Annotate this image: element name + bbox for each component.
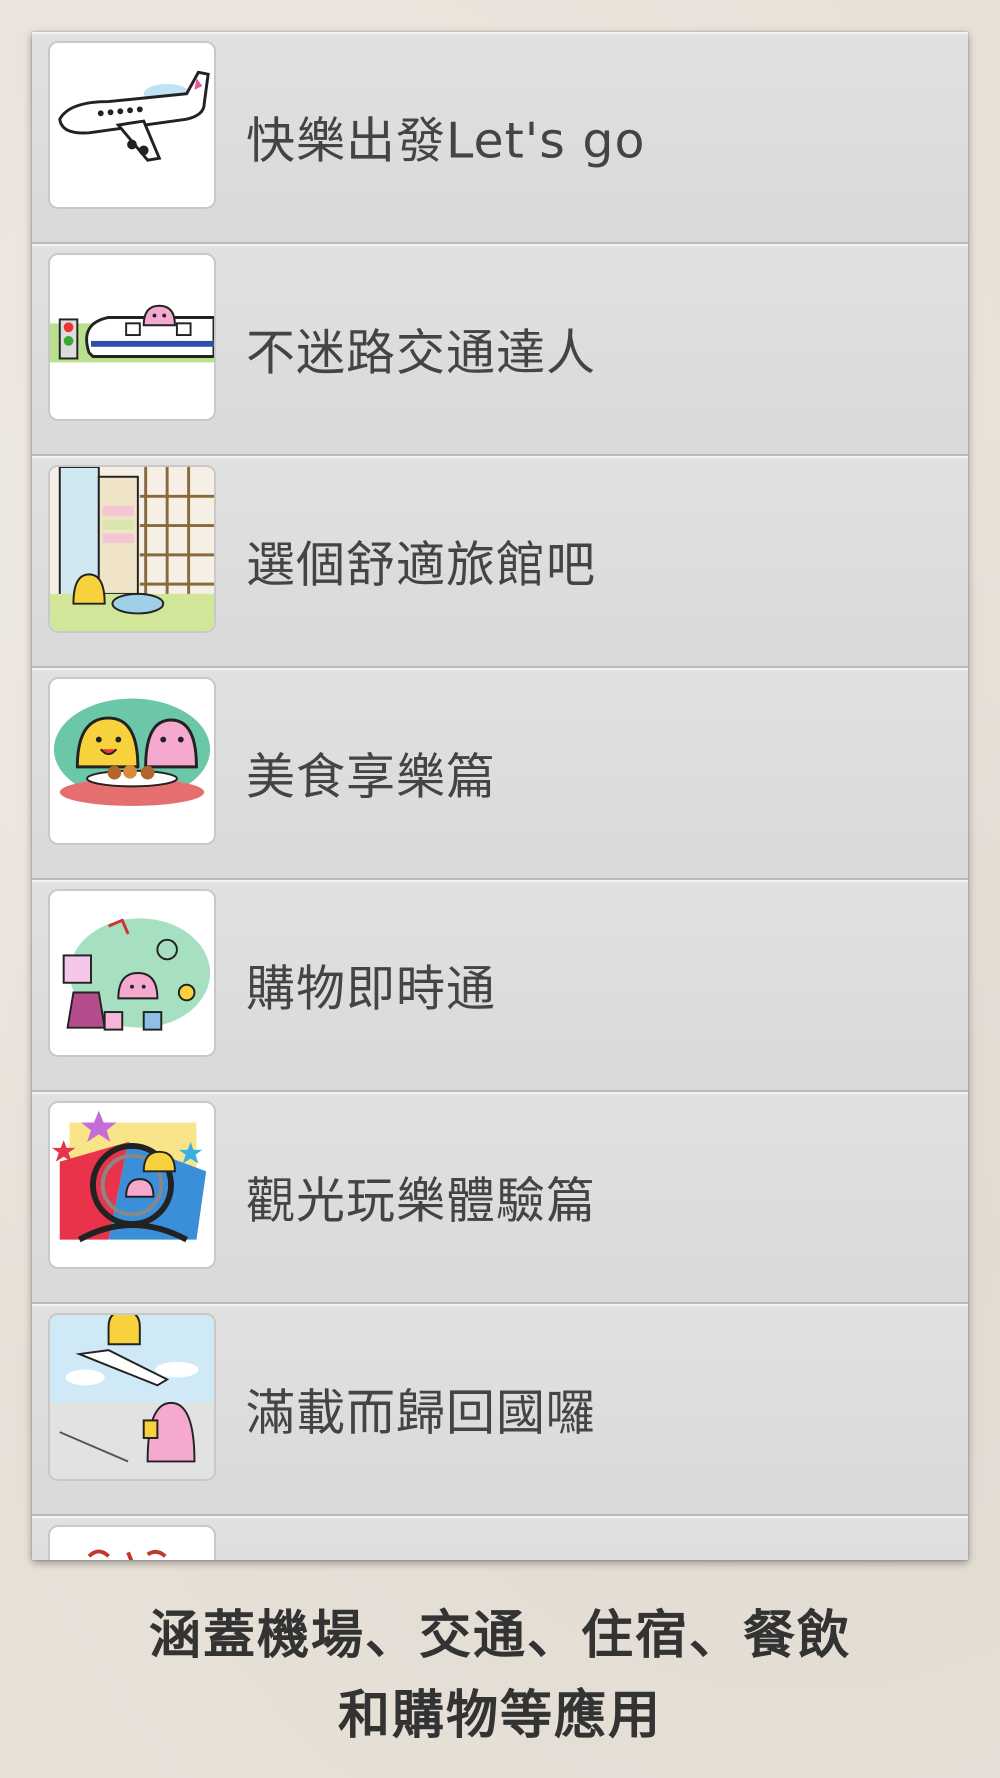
- airplane-icon: [48, 41, 216, 209]
- hotel-room-icon: [48, 465, 216, 633]
- partial-thumbnail-icon: [48, 1525, 216, 1560]
- list-item-shopping[interactable]: 購物即時通: [32, 880, 968, 1092]
- list-item-lets-go[interactable]: 快樂出發Let's go: [32, 32, 968, 244]
- list-item-label: 快樂出發Let's go: [246, 112, 646, 170]
- caption-line-2: 和購物等應用: [337, 1686, 662, 1746]
- topic-list: 快樂出發Let's go 不迷路交通達人 選個舒適旅館吧 美食享樂篇 購物即時通…: [32, 32, 968, 1560]
- airport-return-icon: [48, 1313, 216, 1481]
- list-item-partial[interactable]: [32, 1516, 968, 1560]
- food-icon: [48, 677, 216, 845]
- list-item-label: 購物即時通: [246, 960, 497, 1018]
- topic-list-panel: 快樂出發Let's go 不迷路交通達人 選個舒適旅館吧 美食享樂篇 購物即時通…: [32, 32, 968, 1560]
- promo-caption: 涵蓋機場、交通、住宿、餐飲 和購物等應用: [0, 1596, 1000, 1756]
- list-item-food[interactable]: 美食享樂篇: [32, 668, 968, 880]
- list-item-label: 滿載而歸回國囉: [246, 1384, 597, 1442]
- list-item-sightseeing[interactable]: 觀光玩樂體驗篇: [32, 1092, 968, 1304]
- list-item-transport[interactable]: 不迷路交通達人: [32, 244, 968, 456]
- caption-line-1: 涵蓋機場、交通、住宿、餐飲: [148, 1606, 851, 1666]
- train-icon: [48, 253, 216, 421]
- list-item-hotel[interactable]: 選個舒適旅館吧: [32, 456, 968, 668]
- list-item-label: 觀光玩樂體驗篇: [246, 1172, 597, 1230]
- list-item-label: 不迷路交通達人: [246, 324, 597, 382]
- list-item-label: 選個舒適旅館吧: [246, 536, 597, 594]
- rollercoaster-icon: [48, 1101, 216, 1269]
- list-item-return[interactable]: 滿載而歸回國囉: [32, 1304, 968, 1516]
- shopping-icon: [48, 889, 216, 1057]
- list-item-label: 美食享樂篇: [246, 748, 497, 806]
